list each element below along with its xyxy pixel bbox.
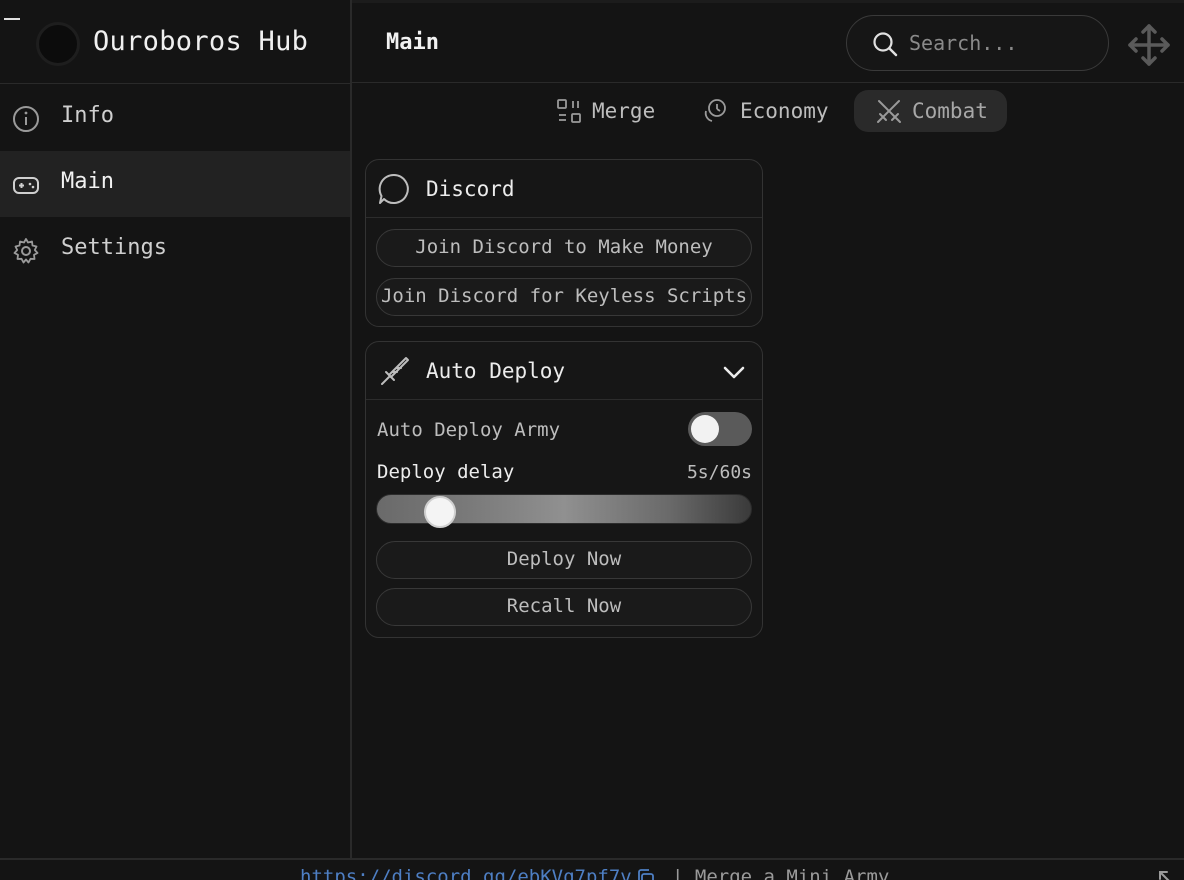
resize-icon[interactable]	[1156, 868, 1178, 880]
sidebar-item-settings[interactable]: Settings	[0, 217, 350, 283]
search-box[interactable]	[846, 15, 1109, 71]
tab-economy[interactable]: Economy	[694, 90, 840, 132]
sidebar-item-info[interactable]: Info	[0, 85, 350, 151]
app-title: Ouroboros Hub	[93, 26, 309, 57]
join-discord-money-button[interactable]: Join Discord to Make Money	[376, 229, 752, 267]
auto-deploy-army-toggle[interactable]	[688, 412, 752, 446]
discord-section: Discord Join Discord to Make Money Join …	[365, 159, 763, 327]
sidebar-item-label: Main	[61, 169, 114, 194]
deploy-delay-slider[interactable]	[376, 494, 752, 528]
sidebar-item-main[interactable]: Main	[0, 151, 350, 217]
gamepad-icon	[13, 177, 39, 194]
sidebar-item-label: Info	[61, 103, 114, 128]
discord-link[interactable]: https://discord.gg/ebKVq7pf7v	[300, 866, 632, 880]
status-bar: https://discord.gg/ebKVq7pf7v | Merge a …	[0, 858, 1184, 880]
minimize-icon[interactable]	[4, 18, 20, 20]
tab-label: Combat	[912, 99, 988, 123]
move-icon[interactable]	[1126, 22, 1172, 68]
swords-icon	[877, 100, 901, 123]
page-title: Main	[386, 30, 439, 55]
search-icon	[873, 32, 898, 57]
header-divider	[352, 82, 1184, 83]
toggle-knob	[691, 415, 719, 443]
auto-deploy-section: Auto Deploy Auto Deploy Army Deploy dela…	[365, 341, 763, 638]
brand-header: Ouroboros Hub	[0, 0, 350, 84]
tab-label: Merge	[592, 99, 656, 123]
chat-bubble-icon	[378, 173, 409, 204]
gear-icon	[13, 238, 39, 264]
hub-logo	[36, 22, 80, 66]
auto-deploy-section-header[interactable]: Auto Deploy	[366, 342, 762, 400]
discord-section-header: Discord	[366, 160, 762, 218]
merge-icon	[557, 99, 581, 123]
section-title: Auto Deploy	[426, 359, 566, 383]
recall-now-button[interactable]: Recall Now	[376, 588, 752, 626]
tab-combat[interactable]: Combat	[854, 90, 1007, 132]
copy-icon[interactable]	[636, 868, 656, 880]
deploy-delay-label: Deploy delay	[377, 461, 515, 483]
tab-merge[interactable]: Merge	[548, 90, 666, 132]
app-window: Ouroboros Hub Info Main Settings Main Se…	[0, 0, 1184, 880]
slider-handle[interactable]	[424, 496, 456, 528]
status-game-name: | Merge a Mini Army	[672, 866, 890, 880]
section-title: Discord	[426, 177, 515, 201]
sword-icon	[381, 357, 409, 385]
sidebar-item-label: Settings	[61, 235, 167, 260]
join-discord-keyless-button[interactable]: Join Discord for Keyless Scripts	[376, 278, 752, 316]
coins-icon	[704, 99, 726, 122]
auto-deploy-army-label: Auto Deploy Army	[377, 419, 561, 441]
chevron-down-icon[interactable]	[722, 360, 746, 384]
search-input[interactable]	[909, 28, 1094, 58]
info-icon	[13, 106, 39, 132]
sidebar: Ouroboros Hub Info Main Settings	[0, 0, 352, 858]
deploy-now-button[interactable]: Deploy Now	[376, 541, 752, 579]
deploy-delay-value: 5s/60s	[686, 462, 752, 483]
tab-label: Economy	[740, 99, 829, 123]
